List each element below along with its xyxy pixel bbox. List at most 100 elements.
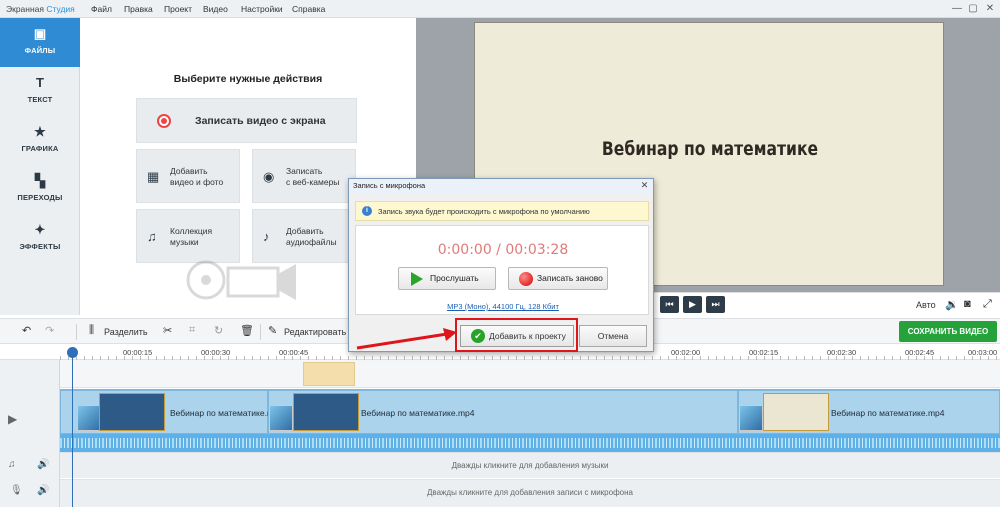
tab-transitions-label: ПЕРЕХОДЫ [17,193,63,202]
dialog-title: Запись с микрофона [349,179,653,193]
close-icon[interactable]: ✕ [639,180,650,191]
arrow-annotation [356,328,457,350]
music-collection-line2: музыки [170,237,199,247]
tab-graphics[interactable]: ★ ГРАФИКА [0,116,80,165]
play-icon[interactable]: ▶ [683,296,702,313]
speaker-icon[interactable]: 🔊 [37,459,49,470]
record-webcam-line1: Записать [286,166,323,176]
magic-wand-icon: ✦ [34,222,46,237]
record-icon [519,272,533,286]
clip-thumbnail [99,393,165,431]
undo-icon[interactable]: ↶ [22,324,31,337]
microphone-icon: ♪ [263,229,270,244]
split-icon[interactable]: ⫼ [89,324,94,337]
tab-files-label: ФАЙЛЫ [24,46,56,55]
split-button[interactable]: Разделить [104,327,148,337]
add-video-line2: видео и фото [170,177,224,187]
microphone-icon: 🎙 [10,485,23,496]
add-audio-line1: Добавить [286,226,324,236]
transitions-icon: ▚ [35,173,45,188]
clip-thumbnail [763,393,829,431]
skip-forward-icon[interactable]: ⏭ [706,296,725,313]
minimize-icon[interactable]: — [950,2,964,15]
tab-graphics-label: ГРАФИКА [21,144,59,153]
speaker-icon[interactable]: 🔊 [37,485,49,496]
track-headers: ▶ ♫ 🔊 🎙 🔊 [0,360,60,507]
add-audio-line2: аудиофайлы [286,237,337,247]
info-banner: i Запись звука будет происходить с микро… [355,201,649,221]
crop-icon[interactable]: ⌗ [189,324,195,337]
tab-text[interactable]: T ТЕКСТ [0,67,80,116]
close-icon[interactable]: ✕ [983,2,997,15]
sidebar: ▣ ФАЙЛЫ T ТЕКСТ ★ ГРАФИКА ▚ ПЕРЕХОДЫ ✦ Э… [0,18,80,315]
add-video-line1: Добавить [170,166,208,176]
file-icon: ▣ [33,26,47,41]
trash-icon[interactable]: 🗑 [240,324,254,337]
fullscreen-icon[interactable]: ⤢ [983,298,992,311]
record-screen-button[interactable]: Записать видео с экрана [136,98,357,143]
tab-files[interactable]: ▣ ФАЙЛЫ [0,18,80,67]
save-video-button[interactable]: СОХРАНИТЬ ВИДЕО [899,321,997,342]
play-icon [411,272,423,286]
aspect-auto-label[interactable]: Авто [916,300,936,310]
rerecord-button[interactable]: Записать заново [508,267,608,290]
playhead[interactable] [72,348,73,507]
maximize-icon[interactable]: ▢ [966,2,980,15]
music-list-icon: ♫ [147,229,157,244]
listen-button[interactable]: Прослушать [398,267,496,290]
menu-project[interactable]: Проект [164,4,192,14]
edit-icon[interactable]: ✎ [268,324,277,337]
app-title: Экранная Студия [6,4,75,14]
music-track-hint[interactable]: Дважды кликните для добавления музыки [60,452,1000,478]
redo-icon[interactable]: ↷ [45,324,54,337]
listen-label: Прослушать [430,273,479,283]
edit-button[interactable]: Редактировать [284,327,346,337]
record-webcam-line2: с веб-камеры [286,177,340,187]
slide-title: Вебинар по математике [601,138,819,160]
menu-file[interactable]: Файл [91,4,112,14]
menu-video[interactable]: Видео [203,4,228,14]
overlay-track[interactable] [60,360,1000,388]
tab-text-label: ТЕКСТ [27,95,53,104]
transition-thumbnail [739,405,763,431]
clip-label: Вебинар по математике.mp4 [170,408,284,418]
mic-track-hint[interactable]: Дважды кликните для добавления записи с … [60,479,1000,507]
app-title-part1: Экранная [6,4,47,14]
tab-effects[interactable]: ✦ ЭФФЕКТЫ [0,214,80,263]
transition-thumbnail [269,405,293,431]
audio-format-link[interactable]: MP3 (Моно), 44100 Гц, 128 Кбит [356,302,650,311]
video-track[interactable]: Вебинар по математике.mp4 Вебинар по мат… [60,389,1000,434]
decorative-illustration [186,260,296,300]
video-clip[interactable]: Вебинар по математике.mp4 [268,390,738,434]
audio-waveform[interactable] [60,434,1000,452]
menu-help[interactable]: Справка [292,4,325,14]
clip-label: Вебинар по математике.mp4 [361,408,475,418]
dialog-body: 0:00:00 / 00:03:28 Прослушать Записать з… [355,225,649,315]
film-icon: ▦ [147,169,160,184]
panel-heading: Выберите нужные действия [173,73,323,85]
record-webcam-button[interactable]: ◉ Записать с веб-камеры [252,149,356,203]
volume-icon[interactable]: 🔉 [945,298,959,311]
playhead-handle[interactable] [67,347,78,358]
music-note-icon: ♫ [8,459,16,470]
camera-icon[interactable]: ◙ [964,298,971,310]
transition-thumbnail [77,405,101,431]
menu-edit[interactable]: Правка [124,4,153,14]
title-bar: Экранная Студия Файл Правка Проект Видео… [0,0,1000,18]
star-icon: ★ [34,124,46,139]
clip-thumbnail [293,393,359,431]
record-timer: 0:00:00 / 00:03:28 [437,242,569,258]
cancel-button[interactable]: Отмена [579,325,647,347]
menu-settings[interactable]: Настройки [241,4,283,14]
overlay-clip[interactable] [303,362,355,386]
tab-transitions[interactable]: ▚ ПЕРЕХОДЫ [0,165,80,214]
rotate-icon[interactable]: ↻ [214,324,223,337]
info-text: Запись звука будет происходить с микрофо… [378,207,590,216]
video-clip[interactable]: Вебинар по математике.mp4 [738,390,1000,434]
highlight-box [455,318,578,352]
scissors-icon[interactable]: ✂ [163,324,172,337]
info-icon: i [362,206,372,216]
add-video-button[interactable]: ▦ Добавить видео и фото [136,149,240,203]
video-clip[interactable]: Вебинар по математике.mp4 [60,390,284,434]
skip-back-icon[interactable]: ⏮ [660,296,679,313]
